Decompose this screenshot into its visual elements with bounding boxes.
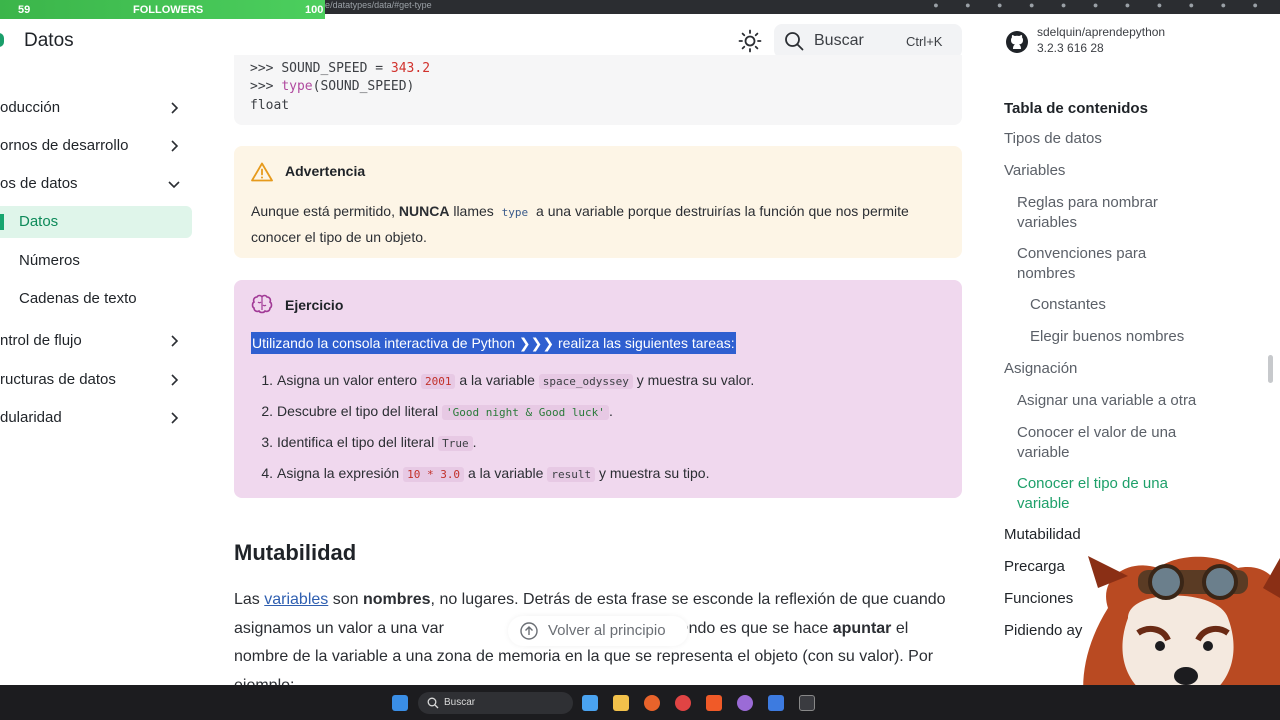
warning-icon	[251, 162, 273, 182]
toc-item[interactable]: Reglas para nombrar variables	[1017, 193, 1187, 233]
toc-title: Tabla de contenidos	[1004, 100, 1148, 117]
task-view-icon[interactable]	[582, 695, 598, 711]
toc-item[interactable]: Variables	[1004, 161, 1065, 181]
search-icon	[785, 32, 804, 51]
list-item: 4. Asigna la expresión 10 * 3.0 a la vari…	[261, 465, 710, 482]
sidebar-item-estructuras[interactable]: ructuras de datos	[0, 364, 192, 396]
taskbar-search-label: Buscar	[444, 697, 476, 708]
toc-item[interactable]: Mutabilidad	[1004, 525, 1081, 545]
code-line: >>> type(SOUND_SPEED)	[250, 79, 415, 94]
brain-icon	[251, 294, 273, 314]
sidebar-item-label: oducción	[0, 99, 61, 116]
sidebar-item-datos[interactable]: Datos	[0, 206, 192, 238]
back-to-top-label: Volver al principio	[548, 622, 666, 639]
section-heading: Mutabilidad	[234, 540, 357, 565]
repo-stats: 3.2.3 616 28	[1037, 41, 1104, 55]
list-item: 1. Asigna un valor entero 2001 a la varia…	[261, 372, 755, 389]
back-to-top-button[interactable]: Volver al principio	[508, 616, 688, 646]
exercise-admonition: Ejercicio Utilizando la consola interact…	[234, 280, 962, 498]
search-icon	[427, 697, 439, 709]
followers-goal-bar: 59 FOLLOWERS 100	[0, 0, 325, 19]
search-label: Buscar	[814, 32, 864, 49]
toc-item[interactable]: Funciones	[1004, 589, 1073, 609]
browser-toolbar-icons[interactable]: ● ● ● ● ● ● ● ● ● ● ●	[933, 0, 1270, 10]
app-icon[interactable]	[768, 695, 784, 711]
toc-item[interactable]: Convenciones para nombres	[1017, 244, 1187, 284]
chevron-right-icon	[171, 374, 179, 386]
file-explorer-icon[interactable]	[613, 695, 629, 711]
arrow-up-circle-icon	[520, 622, 538, 640]
sidebar-item-label: Números	[19, 252, 80, 269]
sidebar-item-cadenas[interactable]: Cadenas de texto	[0, 283, 192, 315]
sidebar-item-control-de-flujo[interactable]: ntrol de flujo	[0, 325, 192, 357]
site-title[interactable]: Datos	[24, 30, 74, 52]
sidebar-item-label: ntrol de flujo	[0, 332, 82, 349]
code-line: float	[250, 98, 290, 113]
chevron-right-icon	[171, 335, 179, 347]
followers-goal: 100	[305, 4, 324, 16]
scrollbar-thumb[interactable]	[1268, 355, 1273, 383]
list-item: 3. Identifica el tipo del literal True.	[261, 434, 477, 451]
obs-icon[interactable]	[737, 695, 753, 711]
warning-admonition: Advertencia Aunque está permitido, NUNCA…	[234, 146, 962, 258]
list-item: 2. Descubre el tipo del literal 'Good nig…	[261, 403, 613, 420]
terminal-icon[interactable]	[799, 695, 815, 711]
chevron-right-icon	[171, 412, 179, 424]
windows-start-icon[interactable]	[392, 695, 408, 711]
sidebar-item-modularidad[interactable]: dularidad	[0, 402, 192, 434]
sidebar-item-label: ructuras de datos	[0, 371, 116, 388]
toc-item[interactable]: Precarga	[1004, 557, 1065, 577]
sidebar-item-label: Cadenas de texto	[19, 290, 137, 307]
exercise-intro-selected: Utilizando la consola interactiva de Pyt…	[251, 332, 736, 354]
followers-label: FOLLOWERS	[133, 4, 204, 16]
microphone-app-icon[interactable]	[644, 695, 660, 711]
sidebar-item-introduccion[interactable]: oducción	[0, 92, 192, 124]
site-logo-icon[interactable]	[0, 33, 4, 47]
warning-text: Aunque está permitido, NUNCA llames type…	[251, 203, 909, 245]
exercise-title: Ejercicio	[285, 297, 344, 313]
code-block: >>> SOUND_SPEED = 343.2 >>> type(SOUND_S…	[234, 55, 962, 125]
followers-current: 59	[18, 4, 31, 16]
repo-name: sdelquin/aprendepython	[1037, 25, 1166, 39]
sidebar-item-label: Datos	[19, 213, 59, 230]
chrome-icon[interactable]	[675, 695, 691, 711]
variables-link[interactable]: variables	[264, 591, 328, 608]
sidebar-item-label: os de datos	[0, 175, 78, 192]
chevron-right-icon	[171, 140, 179, 152]
sidebar-item-numeros[interactable]: Números	[0, 245, 192, 277]
taskbar-search[interactable]: Buscar	[418, 692, 573, 714]
sidebar-item-label: ornos de desarrollo	[0, 137, 129, 154]
search-button[interactable]: Buscar Ctrl+K	[774, 24, 962, 58]
toc-item[interactable]: Constantes	[1030, 295, 1106, 315]
chevron-right-icon	[171, 102, 179, 114]
sidebar-item-label: dularidad	[0, 409, 62, 426]
toc-item[interactable]: Conocer el valor de una variable	[1017, 423, 1197, 463]
toc-item[interactable]: Tipos de datos	[1004, 129, 1102, 149]
sidebar-item-tipos-de-datos[interactable]: os de datos	[0, 168, 192, 200]
sun-icon[interactable]	[738, 29, 762, 53]
toc-item[interactable]: Asignación	[1004, 359, 1077, 379]
active-indicator	[0, 214, 4, 230]
chevron-down-icon	[168, 181, 180, 189]
taskbar: Buscar	[0, 685, 1280, 720]
brave-browser-icon[interactable]	[706, 695, 722, 711]
toc-item-active[interactable]: Conocer el tipo de una variable	[1017, 474, 1197, 514]
warning-title: Advertencia	[285, 163, 366, 179]
inline-code: type	[501, 206, 529, 219]
github-icon	[1006, 31, 1028, 53]
search-shortcut: Ctrl+K	[906, 34, 943, 49]
toc-item[interactable]: Asignar una variable a otra	[1017, 391, 1196, 411]
toc-item[interactable]: Elegir buenos nombres	[1030, 327, 1184, 347]
sidebar-item-entornos[interactable]: ornos de desarrollo	[0, 130, 192, 162]
code-line: >>> SOUND_SPEED = 343.2	[250, 61, 431, 76]
